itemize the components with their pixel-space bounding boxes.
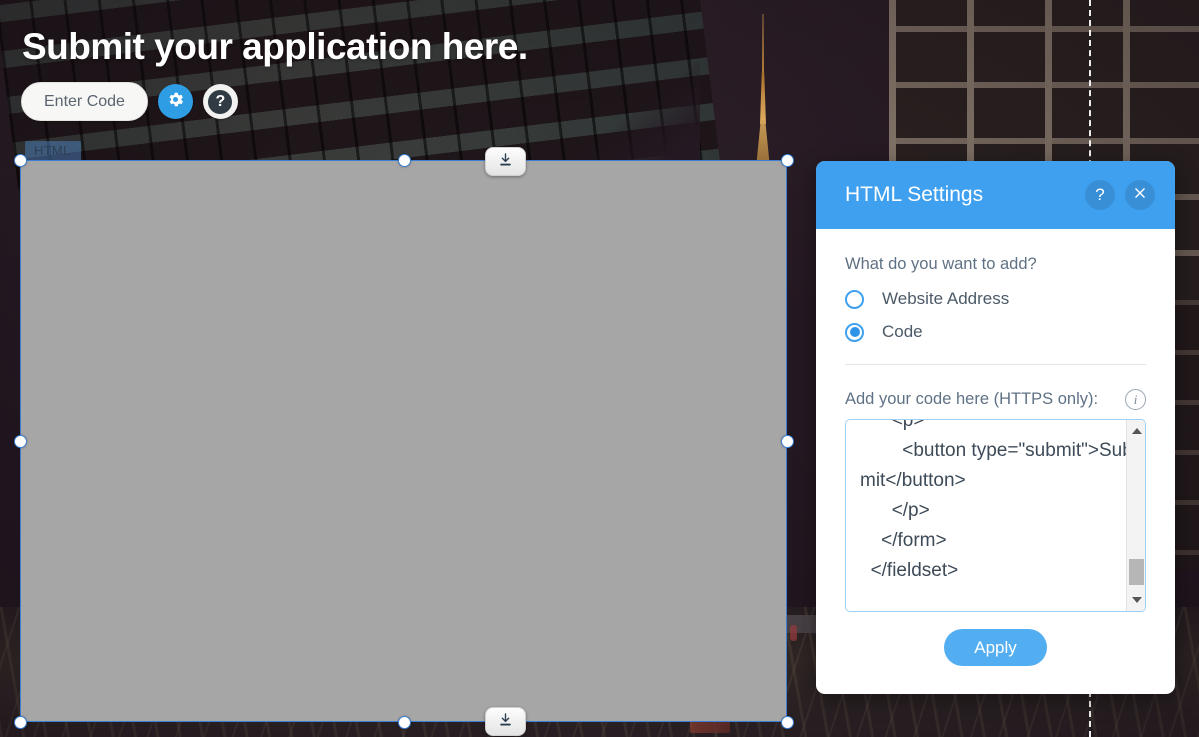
chevron-up-icon [1131, 428, 1142, 434]
panel-header: HTML Settings ? [816, 161, 1175, 229]
enter-code-button[interactable]: Enter Code [21, 82, 148, 121]
resize-handle-middle-left[interactable] [14, 435, 27, 448]
page-title: Submit your application here. [22, 26, 528, 67]
apply-row: Apply [845, 612, 1146, 666]
resize-handle-middle-right[interactable] [781, 435, 794, 448]
question-mark-icon: ? [1095, 185, 1105, 204]
code-scrollbar[interactable] [1126, 420, 1145, 611]
help-button[interactable]: ? [202, 84, 238, 119]
add-type-question: What do you want to add? [845, 255, 1037, 273]
panel-divider [845, 364, 1146, 365]
radio-option-website-address[interactable]: Website Address [845, 289, 1146, 309]
panel-close-button[interactable] [1125, 180, 1155, 210]
insert-above-button[interactable] [485, 147, 526, 176]
apply-button[interactable]: Apply [944, 629, 1047, 666]
panel-help-button[interactable]: ? [1085, 180, 1115, 210]
code-textarea-wrapper[interactable]: <p> <button type="submit">Submit</button… [845, 419, 1146, 612]
resize-handle-top-left[interactable] [14, 154, 27, 167]
scrollbar-up-button[interactable] [1127, 422, 1145, 440]
element-toolbar: Enter Code ? [21, 82, 238, 121]
resize-handle-bottom-left[interactable] [14, 716, 27, 729]
radio-code-icon[interactable] [845, 322, 864, 342]
resize-handle-top-right[interactable] [781, 154, 794, 167]
scrollbar-thumb[interactable] [1129, 559, 1144, 585]
download-icon [498, 712, 513, 732]
element-type-badge: HTML [25, 141, 81, 161]
settings-button[interactable] [157, 84, 193, 119]
download-icon [498, 152, 513, 172]
resize-handle-bottom-center[interactable] [398, 716, 411, 729]
app-canvas: Submit your application here. Enter Code… [0, 0, 1199, 737]
radio-website-address-label: Website Address [882, 289, 1010, 308]
panel-body: What do you want to add? Website Address… [816, 229, 1175, 694]
radio-option-code[interactable]: Code [845, 322, 1146, 342]
html-element-placeholder[interactable] [20, 160, 787, 722]
chevron-down-icon [1131, 597, 1142, 603]
close-icon [1133, 185, 1147, 205]
gear-icon [166, 90, 185, 114]
html-settings-panel: HTML Settings ? What do you want to add?… [816, 161, 1175, 694]
question-mark-icon: ? [208, 89, 233, 114]
scrollbar-down-button[interactable] [1127, 591, 1145, 609]
insert-below-button[interactable] [485, 707, 526, 736]
resize-handle-top-center[interactable] [398, 154, 411, 167]
radio-website-address-icon[interactable] [845, 289, 864, 309]
panel-title: HTML Settings [845, 183, 984, 206]
resize-handle-bottom-right[interactable] [781, 716, 794, 729]
code-textarea[interactable]: <p> <button type="submit">Submit</button… [846, 420, 1145, 592]
code-label-row: Add your code here (HTTPS only): i [845, 389, 1146, 410]
code-field-label: Add your code here (HTTPS only): [845, 390, 1099, 408]
radio-code-label: Code [882, 322, 923, 341]
info-icon[interactable]: i [1125, 389, 1146, 410]
